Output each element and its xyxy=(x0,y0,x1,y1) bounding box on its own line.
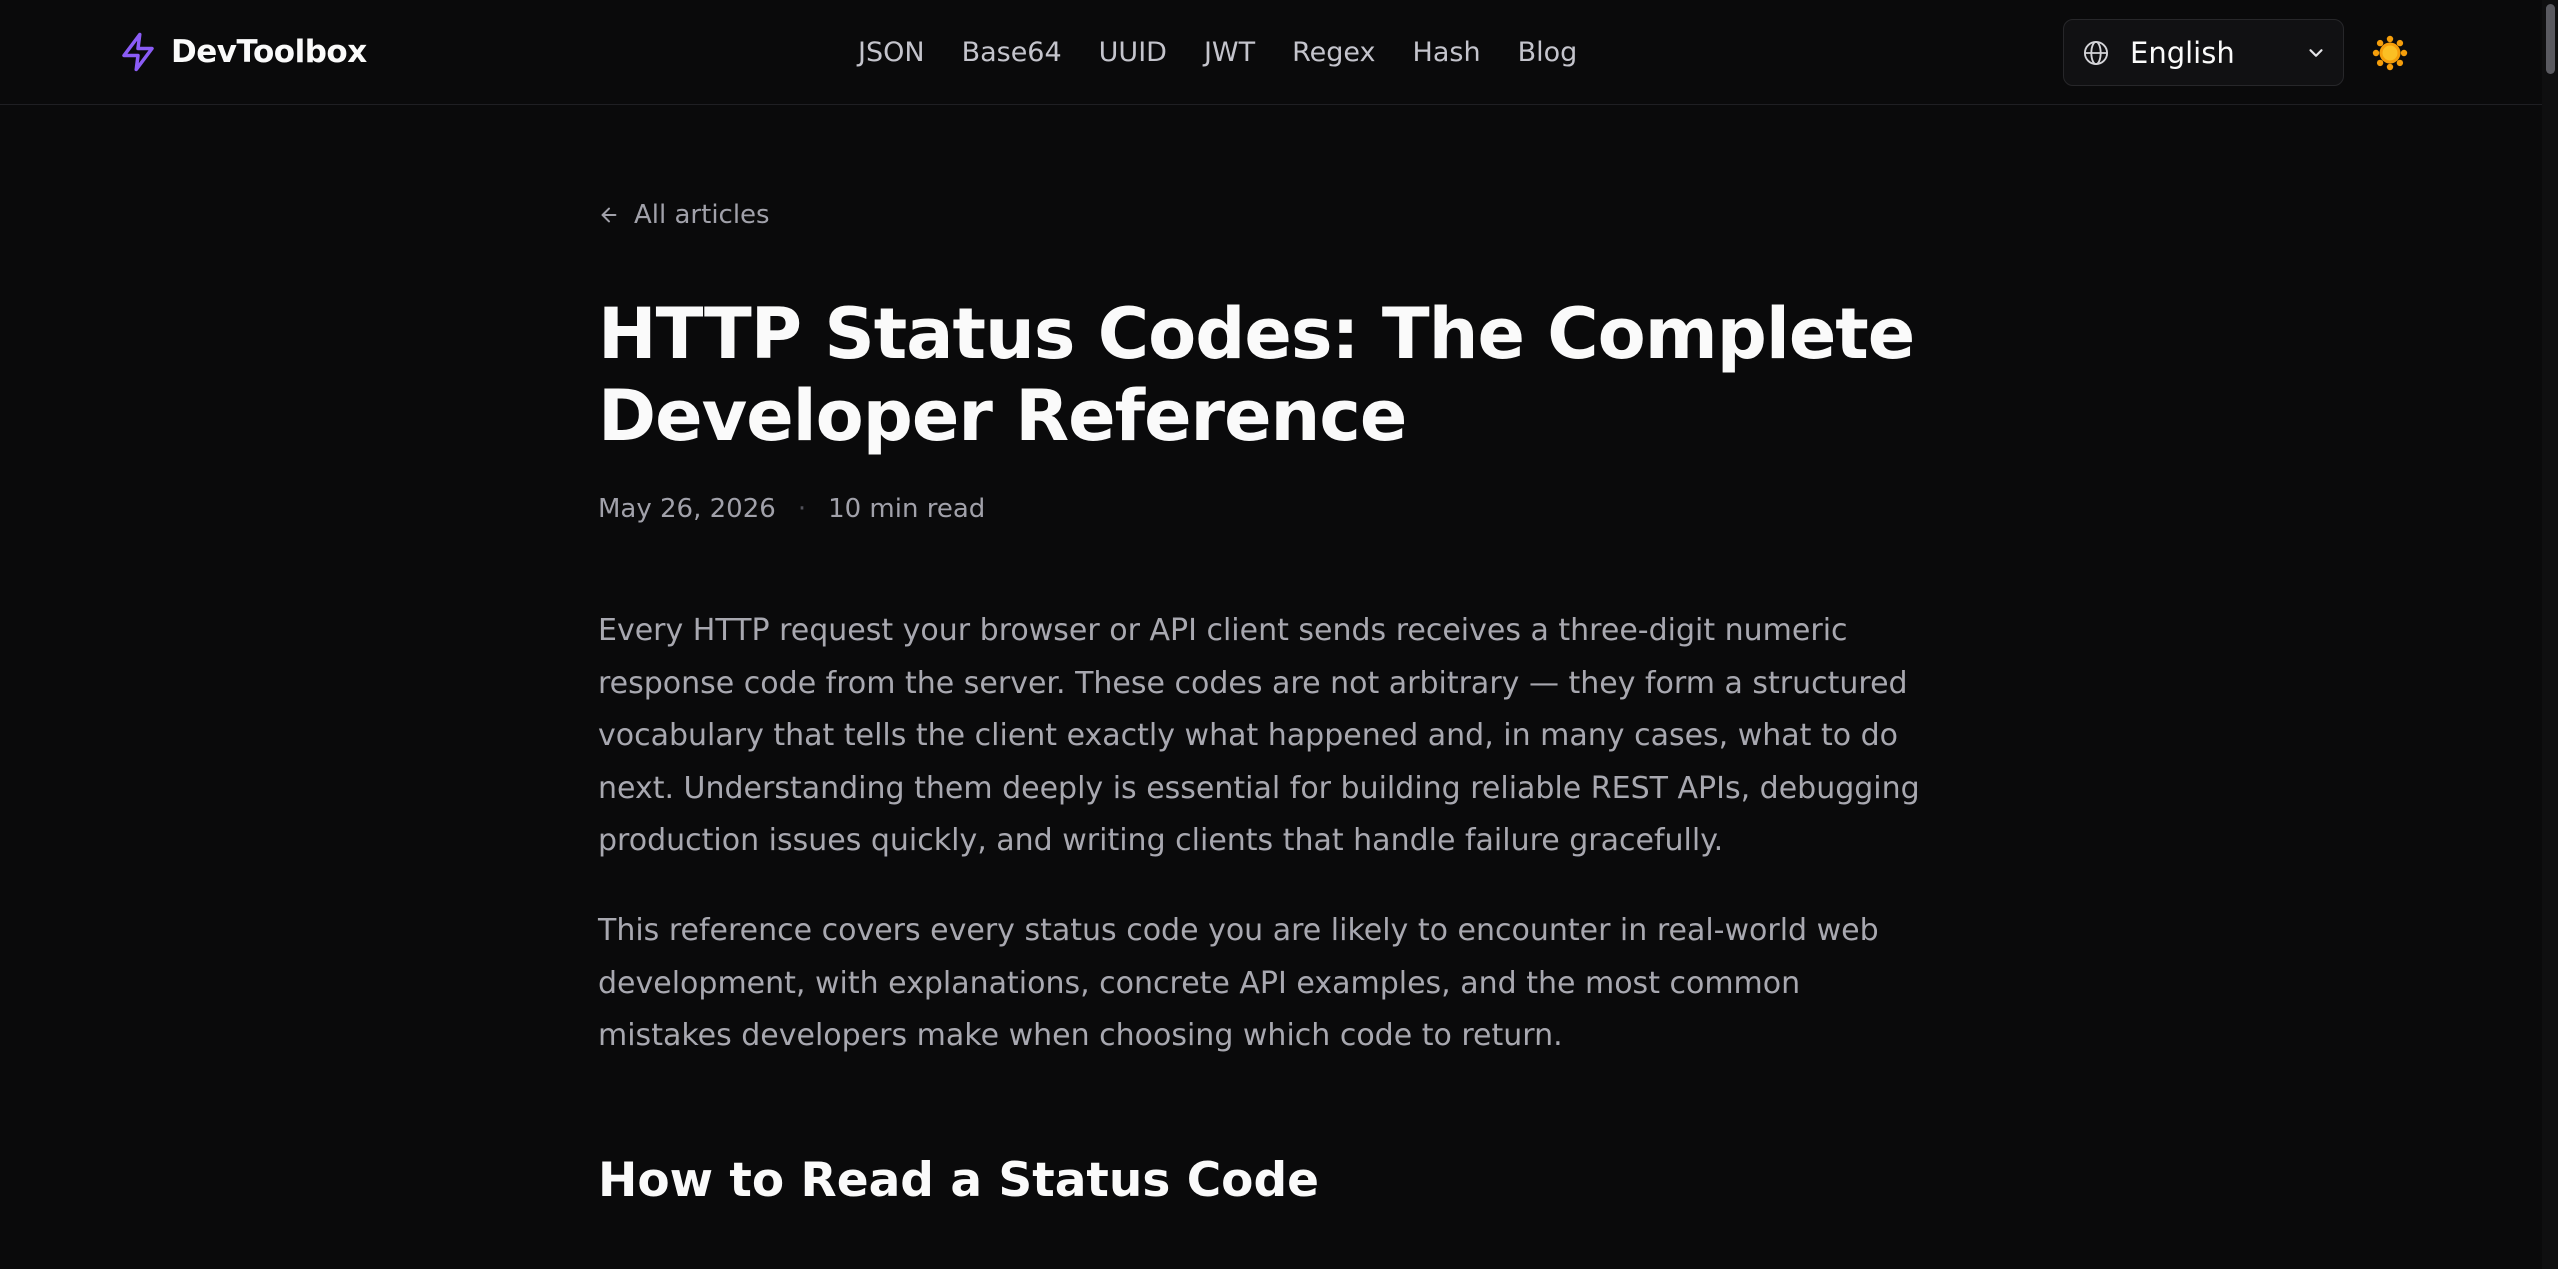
scope-paragraph: This reference covers every status code … xyxy=(598,913,1879,1053)
article-title: HTTP Status Codes: The Complete Develope… xyxy=(598,293,1915,457)
article-meta: May 26, 2026 · 10 min read xyxy=(598,494,985,524)
back-to-articles-link[interactable]: All articles xyxy=(598,200,770,230)
intro-paragraph: Every HTTP request your browser or API c… xyxy=(598,613,1920,858)
nav-link-blog[interactable]: Blog xyxy=(1518,37,1578,68)
brand-logo-link[interactable]: DevToolbox xyxy=(117,30,367,74)
chevron-down-icon xyxy=(2309,48,2323,57)
publish-date: May 26, 2026 xyxy=(598,494,776,524)
page-scrollbar[interactable] xyxy=(2542,0,2558,1269)
nav-link-uuid[interactable]: UUID xyxy=(1099,37,1167,68)
bolt-icon xyxy=(122,32,154,72)
theme-toggle-button[interactable] xyxy=(2372,35,2408,71)
nav-link-jwt[interactable]: JWT xyxy=(1204,37,1255,68)
section-heading: How to Read a Status Code xyxy=(598,1153,1319,1208)
arrow-left-icon xyxy=(601,207,617,223)
top-navbar: DevToolbox JSON Base64 UUID JWT Regex Ha… xyxy=(0,0,2542,105)
read-time: 10 min read xyxy=(828,494,986,524)
scrollbar-thumb[interactable] xyxy=(2546,4,2555,74)
nav-link-base64[interactable]: Base64 xyxy=(962,37,1062,68)
nav-link-hash[interactable]: Hash xyxy=(1413,37,1481,68)
nav-link-json[interactable]: JSON xyxy=(858,37,925,68)
globe-icon xyxy=(2083,40,2109,65)
meta-separator: · xyxy=(797,494,807,524)
main-nav: JSON Base64 UUID JWT Regex Hash Blog xyxy=(858,30,1577,74)
language-select-value: English xyxy=(2130,35,2235,70)
language-select[interactable]: English xyxy=(2063,19,2344,86)
nav-link-regex[interactable]: Regex xyxy=(1292,37,1375,68)
brand-name: DevToolbox xyxy=(171,34,367,70)
sun-icon xyxy=(2372,35,2408,71)
back-link-label: All articles xyxy=(634,200,770,230)
